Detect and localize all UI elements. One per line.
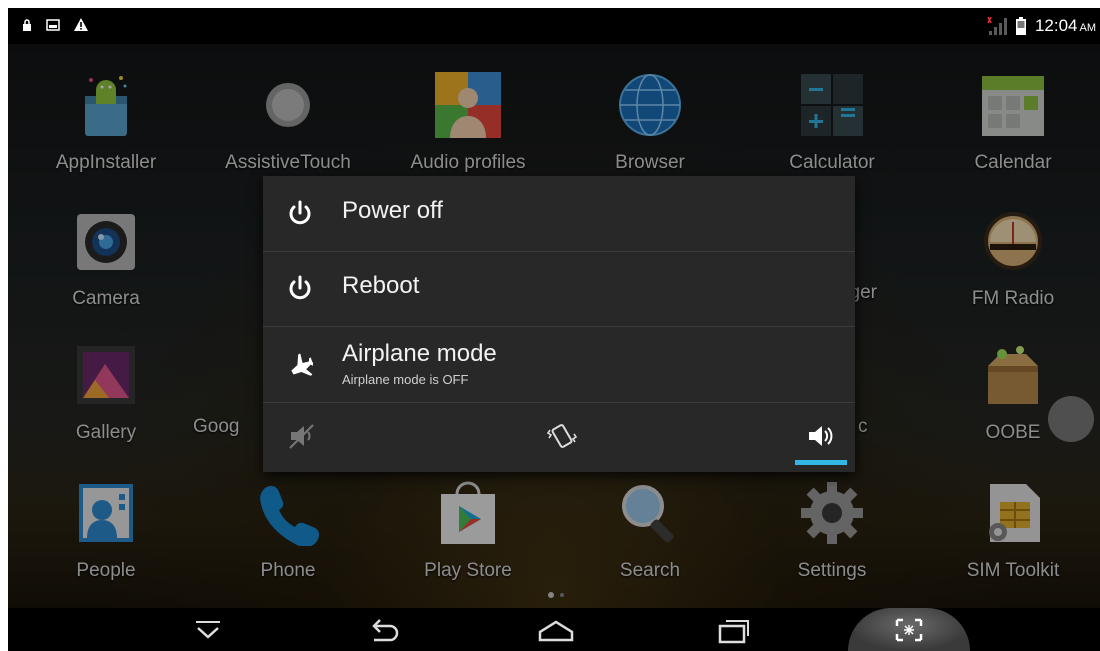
airplane-mode-option[interactable]: Airplane mode Airplane mode is OFF [263, 326, 855, 403]
image-icon [46, 18, 60, 31]
airplane-icon [291, 353, 313, 376]
back-icon[interactable] [364, 616, 404, 644]
power-off-label: Power off [342, 197, 443, 224]
lock-icon [23, 18, 31, 31]
airplane-mode-status: Airplane mode is OFF [342, 372, 469, 387]
screenshot-button[interactable] [848, 608, 970, 651]
reboot-label: Reboot [342, 272, 420, 299]
sound-on-icon[interactable] [805, 420, 837, 452]
vibrate-mode-icon[interactable] [546, 420, 578, 452]
clock-ampm: AM [1079, 22, 1097, 34]
power-icon [289, 200, 311, 225]
sound-mode-selector [263, 402, 855, 472]
home-icon[interactable] [536, 616, 576, 644]
power-off-option[interactable]: Power off [263, 176, 855, 252]
device-screen: 12:04 AM AppInstaller AssistiveTouch Aud… [8, 8, 1100, 651]
navigation-bar [8, 608, 1100, 651]
clock-time: 12:04 [1034, 16, 1078, 35]
battery-icon [1015, 17, 1026, 35]
hide-keyboard-icon[interactable] [188, 616, 228, 644]
selected-sound-mode-indicator [795, 460, 847, 465]
silent-mode-icon[interactable] [287, 420, 319, 452]
recent-apps-icon[interactable] [714, 616, 754, 644]
power-icon [289, 275, 311, 300]
reboot-option[interactable]: Reboot [263, 251, 855, 327]
power-options-dialog: Power off Reboot Airplane mode Airplane … [263, 176, 855, 472]
signal-icon [987, 17, 1007, 35]
screenshot-icon [895, 618, 923, 642]
airplane-mode-label: Airplane mode [342, 340, 497, 367]
status-bar: 12:04 AM [8, 8, 1100, 44]
warning-icon [74, 18, 88, 31]
